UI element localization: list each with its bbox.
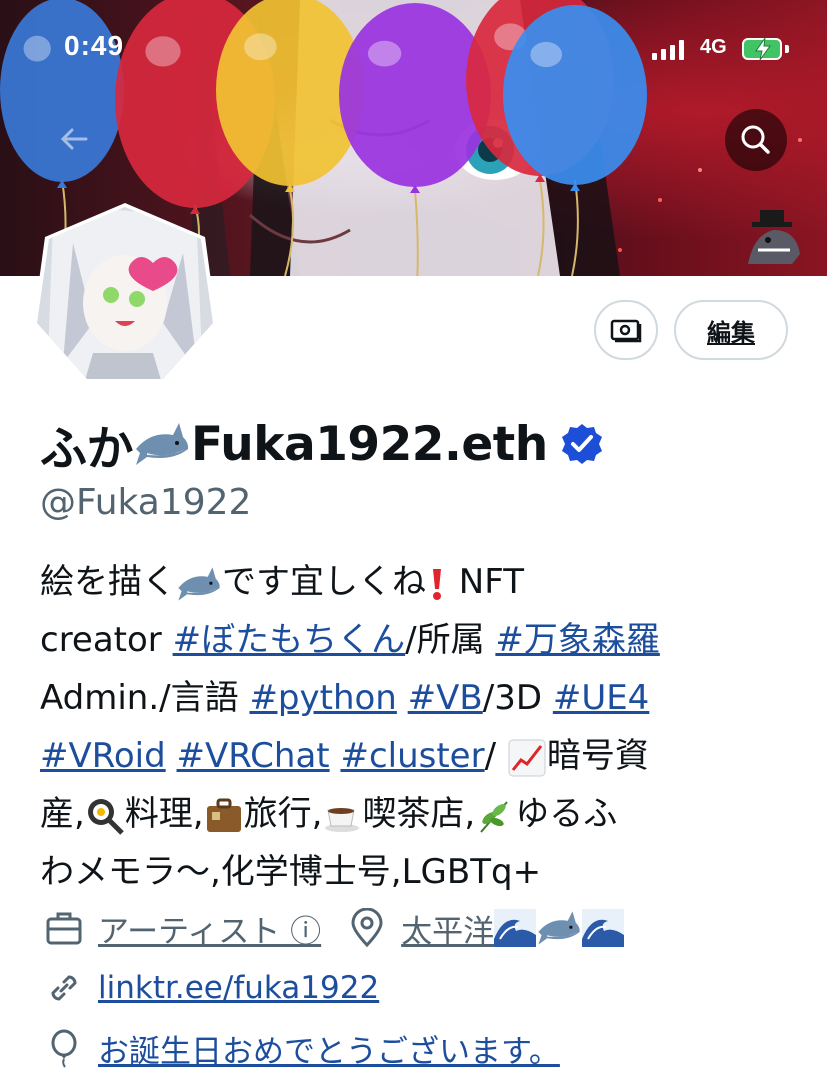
shark-emoji-icon: [178, 566, 220, 601]
status-time: 0:49: [64, 30, 125, 61]
shark-emoji-icon: [538, 911, 580, 945]
hashtag-link[interactable]: #ぼたもちくん: [173, 620, 406, 660]
chart-increasing-emoji-icon: [508, 739, 546, 776]
bio-text: NFT: [448, 562, 524, 602]
camera-button[interactable]: [594, 300, 658, 360]
bio-text: ゆるふ: [515, 794, 618, 834]
hashtag-link[interactable]: #UE4: [553, 678, 650, 718]
herb-emoji-icon: [480, 800, 509, 833]
status-bar: 0:49 4G: [0, 0, 827, 100]
profile-meta-row: アーティスト ⓘ 太平洋: [44, 902, 625, 954]
website-link[interactable]: linktr.ee/fuka1922: [98, 970, 379, 1006]
location-pin-icon: [351, 908, 383, 948]
shark-mascot-icon: [748, 210, 800, 264]
bio-line: creator #ぼたもちくん/所属 #万象森羅: [40, 611, 800, 669]
frying-pan-emoji-icon: [87, 798, 124, 835]
arrow-left-icon[interactable]: [52, 116, 98, 162]
bio-line: Admin./言語 #python #VB/3D #UE4: [40, 669, 800, 727]
hashtag-link[interactable]: #python: [249, 678, 396, 718]
hashtag-link[interactable]: #VRoid: [40, 736, 166, 776]
bio-text: /3D: [482, 678, 553, 718]
bio-text: です宜しくね: [222, 562, 426, 602]
professional-category[interactable]: アーティスト ⓘ: [98, 906, 321, 951]
bio-text: 喫茶店,: [362, 794, 476, 834]
luggage-emoji-icon: [206, 798, 241, 832]
wave-emoji-icon: [582, 909, 625, 947]
bio-line: #VRoid #VRChat #cluster/ 暗号資: [40, 727, 800, 785]
display-name-suffix: Fuka1922.eth: [191, 416, 548, 472]
coffee-emoji-icon: [325, 807, 360, 832]
bio-text: /所属: [405, 620, 496, 660]
user-handle: @Fuka1922: [40, 482, 252, 523]
bio-text: 絵を描く: [40, 562, 176, 602]
bio-text: 料理,: [124, 794, 204, 834]
shark-emoji-icon: [136, 423, 189, 465]
edit-profile-button[interactable]: 編集: [674, 300, 788, 360]
balloon-icon: [51, 1029, 77, 1068]
bio-text: わメモラ〜,化学博士号,LGBTq+: [40, 852, 542, 892]
charging-icon: [755, 37, 771, 61]
signal-icon: [652, 40, 684, 60]
profile-bio: 絵を描く です宜しくね NFT creator #ぼたもちくん/所属 #万象森羅 …: [40, 553, 800, 901]
display-name-prefix: ふか: [40, 421, 134, 477]
bio-text: creator: [40, 620, 173, 660]
bio-text: 産,: [40, 794, 85, 834]
profile-meta-row: お誕生日おめでとうございます。: [44, 1022, 560, 1074]
camera-icon: [610, 319, 642, 343]
bio-text: 暗号資: [546, 736, 649, 776]
hashtag-link[interactable]: #VRChat: [177, 736, 330, 776]
bio-line: 絵を描く です宜しくね NFT: [40, 553, 800, 611]
exclamation-emoji-icon: [433, 568, 441, 600]
hashtag-link[interactable]: #cluster: [340, 736, 484, 776]
birthday-text[interactable]: お誕生日おめでとうございます。: [98, 1026, 560, 1071]
bio-line: 産, 料理, 旅行, 喫茶店, ゆるふ: [40, 785, 800, 843]
hashtag-link[interactable]: #万象森羅: [495, 620, 660, 660]
bio-text: 旅行,: [243, 794, 323, 834]
location-text: 太平洋: [401, 913, 495, 950]
profile-meta-row: linktr.ee/fuka1922: [44, 962, 379, 1014]
link-icon: [51, 975, 77, 1001]
battery-tip: [785, 45, 789, 53]
bio-text: /: [484, 736, 507, 776]
briefcase-icon: [46, 912, 82, 945]
verified-badge-icon: [561, 424, 602, 464]
avatar[interactable]: [33, 203, 217, 387]
network-type: 4G: [700, 36, 727, 58]
search-button[interactable]: [725, 109, 787, 171]
wave-emoji-icon: [494, 909, 537, 947]
bio-line: わメモラ〜,化学博士号,LGBTq+: [40, 843, 800, 901]
search-icon: [741, 125, 770, 154]
display-name: ふか Fuka1922.eth: [40, 412, 604, 477]
hashtag-link[interactable]: #VB: [408, 678, 483, 718]
bio-text: Admin./言語: [40, 678, 250, 718]
